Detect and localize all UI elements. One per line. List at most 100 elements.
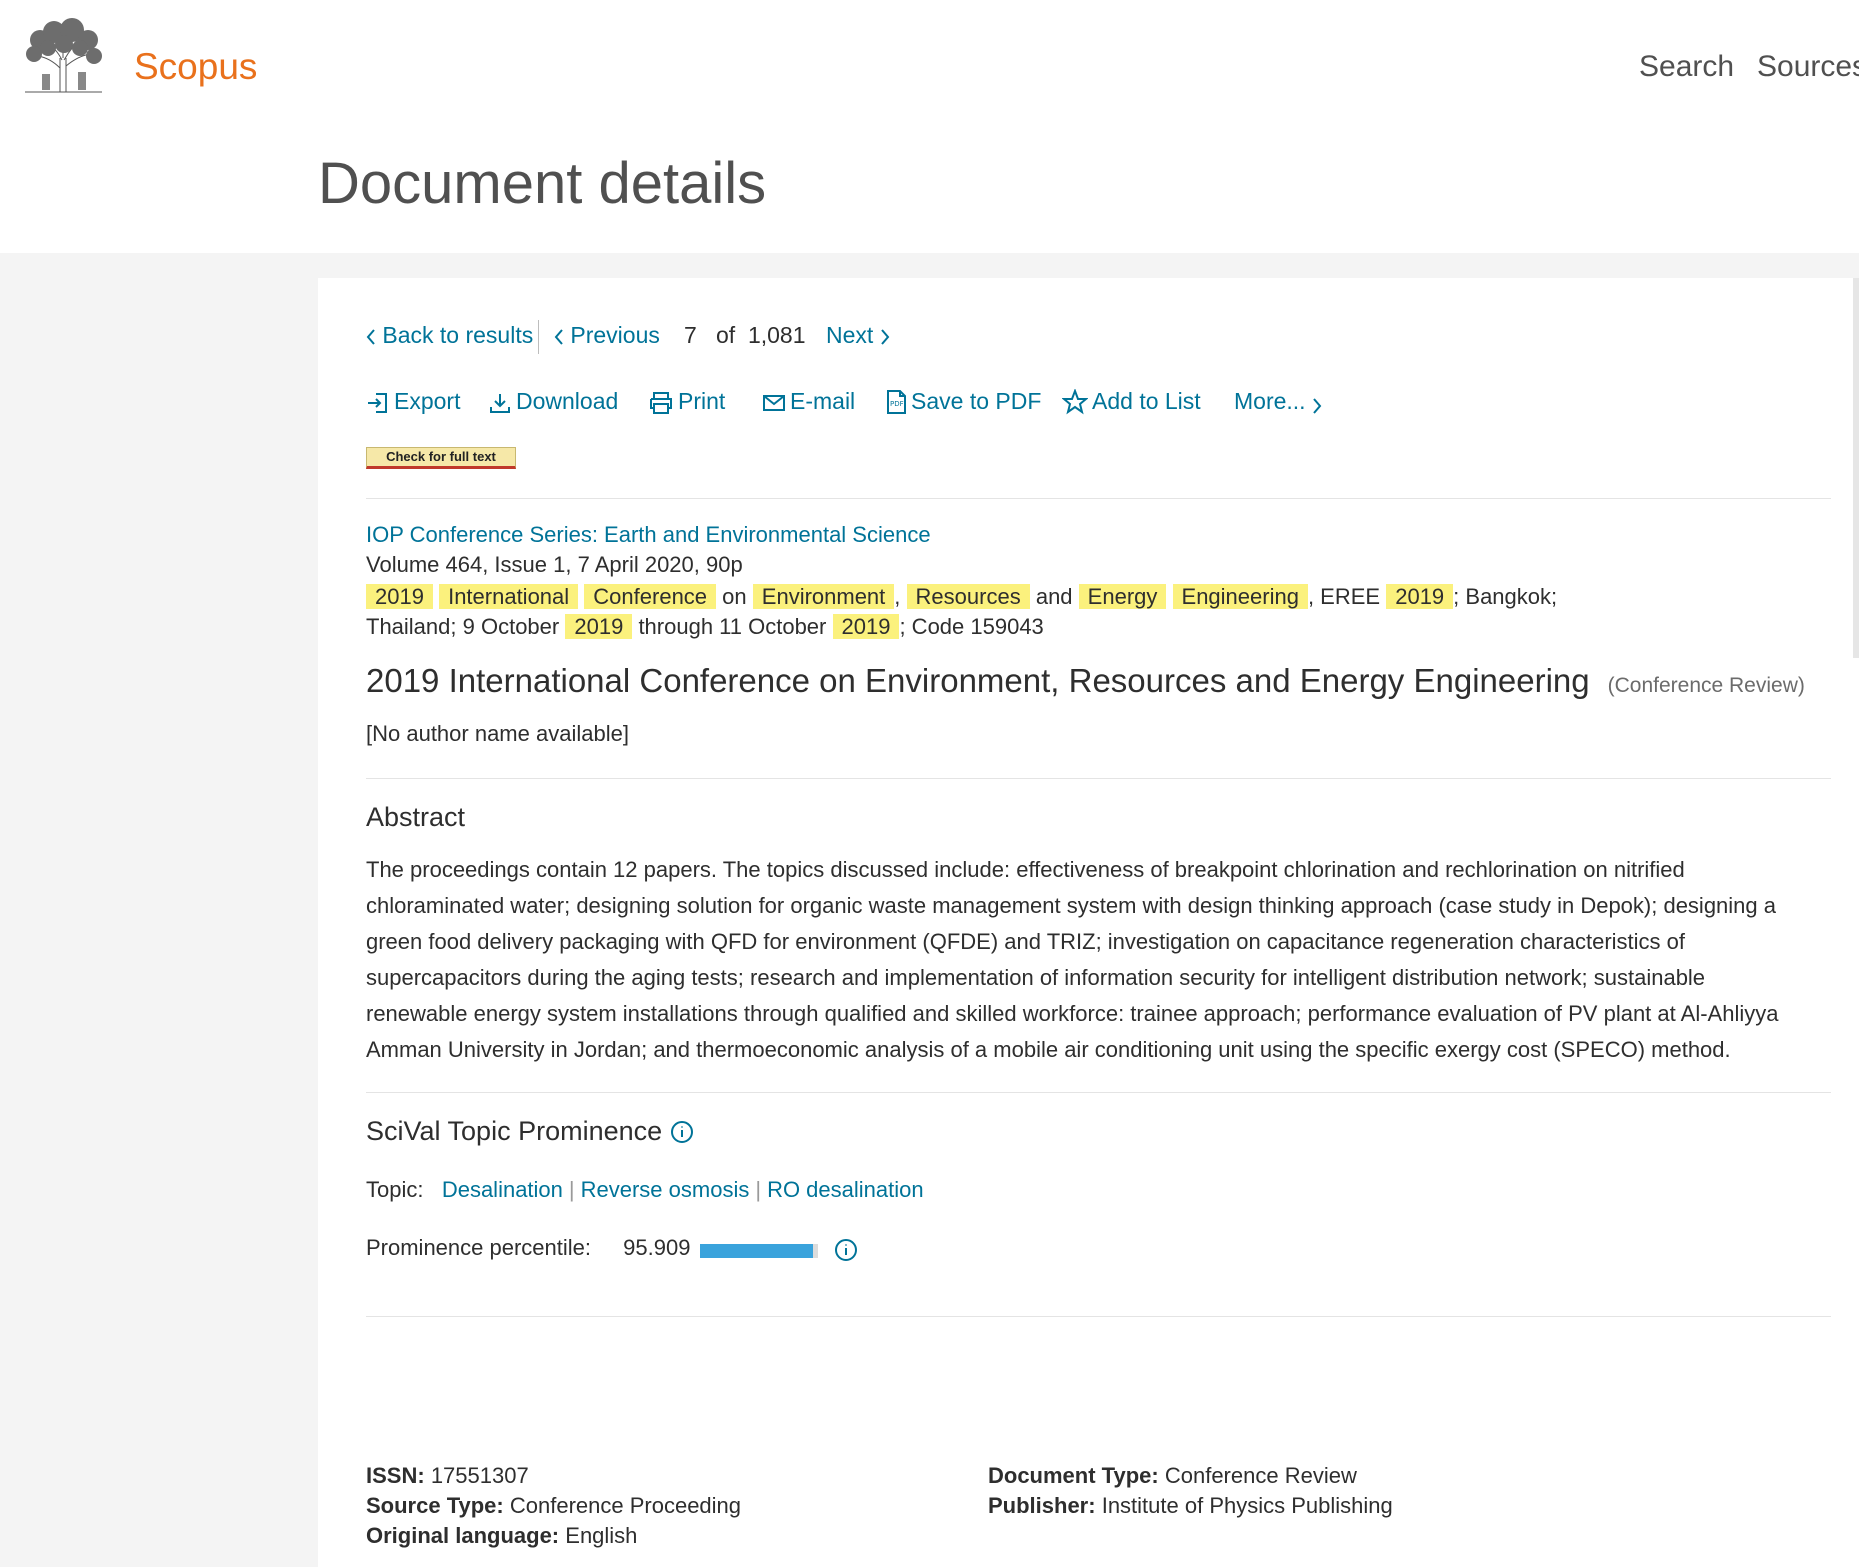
- document-title: 2019 International Conference on Environ…: [366, 662, 1805, 700]
- scopus-brand[interactable]: Scopus: [134, 46, 257, 88]
- conference-text: ,: [894, 584, 901, 609]
- conference-text: , EREE: [1307, 584, 1381, 609]
- next-label: Next: [826, 322, 874, 348]
- print-button[interactable]: Print: [648, 388, 725, 415]
- metadata-left: ISSN: 17551307 Source Type: Conference P…: [366, 1461, 741, 1551]
- highlighted-term: International: [439, 584, 579, 609]
- abstract-text: The proceedings contain 12 papers. The t…: [366, 857, 1779, 1062]
- of-label: of: [715, 322, 736, 348]
- page-title: Document details: [318, 151, 767, 216]
- nav-divider: [538, 320, 539, 354]
- save-pdf-label: Save to PDF: [911, 388, 1042, 414]
- issn-row: ISSN: 17551307: [366, 1461, 741, 1491]
- star-icon: [1061, 388, 1089, 415]
- document-type-label: (Conference Review): [1607, 674, 1805, 697]
- highlighted-term: 2019: [565, 614, 633, 639]
- divider: [366, 498, 1831, 499]
- topic-link-reverse-osmosis[interactable]: Reverse osmosis: [581, 1177, 750, 1202]
- prominence-label: Prominence percentile:: [366, 1235, 592, 1260]
- conference-text: ; Bangkok;: [1453, 584, 1558, 609]
- prominence-row: Prominence percentile: 95.909: [366, 1235, 690, 1261]
- language-label: Original language:: [366, 1523, 560, 1548]
- prominence-bar-fill: [700, 1244, 814, 1258]
- add-to-list-button[interactable]: Add to List: [1061, 388, 1201, 415]
- chevron-left-icon: [554, 329, 563, 345]
- document-type-value: Conference Review: [1164, 1463, 1357, 1488]
- document-title-text: 2019 International Conference on Environ…: [366, 662, 1590, 699]
- more-label: More...: [1234, 388, 1306, 414]
- save-to-pdf-button[interactable]: PDF Save to PDF: [885, 388, 1041, 415]
- issn-label: ISSN:: [366, 1463, 425, 1488]
- language-row: Original language: English: [366, 1521, 741, 1551]
- publisher-value: Institute of Physics Publishing: [1101, 1493, 1393, 1518]
- conference-info-line-2: Thailand; 9 October 2019 through 11 Octo…: [366, 612, 1044, 642]
- topic-link-desalination[interactable]: Desalination: [442, 1177, 563, 1202]
- pdf-icon: PDF: [887, 390, 906, 414]
- topic-link-ro-desalination[interactable]: RO desalination: [767, 1177, 924, 1202]
- source-type-row: Source Type: Conference Proceeding: [366, 1491, 741, 1521]
- export-button[interactable]: Export: [366, 388, 460, 415]
- download-icon: [490, 394, 510, 413]
- topic-label: Topic:: [366, 1177, 424, 1202]
- current-index: 7: [684, 322, 697, 348]
- highlighted-term: Conference: [584, 584, 717, 609]
- source-type-label: Source Type:: [366, 1493, 504, 1518]
- print-icon: [650, 392, 672, 414]
- scival-heading-text: SciVal Topic Prominence: [366, 1116, 663, 1146]
- email-icon: [763, 395, 785, 411]
- document-type-meta-label: Document Type:: [988, 1463, 1159, 1488]
- conference-text: ; Code 159043: [899, 614, 1044, 639]
- next-link[interactable]: Next: [826, 322, 890, 349]
- download-button[interactable]: Download: [488, 388, 618, 415]
- chevron-right-icon: [1313, 398, 1322, 414]
- previous-link[interactable]: Previous: [554, 322, 660, 349]
- export-icon: [368, 393, 387, 413]
- publisher-row: Publisher: Institute of Physics Publishi…: [988, 1491, 1393, 1521]
- more-button[interactable]: More...: [1234, 388, 1326, 415]
- add-list-label: Add to List: [1092, 388, 1201, 414]
- email-label: E-mail: [790, 388, 856, 414]
- conference-text: on: [722, 584, 747, 609]
- check-full-text-button[interactable]: Check for full text: [366, 447, 516, 469]
- metadata-right: Document Type: Conference Review Publish…: [988, 1461, 1393, 1521]
- abstract-heading: Abstract: [366, 802, 466, 832]
- conference-info-line-1: 2019 International Conference on Environ…: [366, 582, 1557, 612]
- prominence-value: 95.909: [623, 1235, 691, 1260]
- language-value: English: [565, 1523, 638, 1548]
- elsevier-tree-logo[interactable]: [20, 18, 106, 94]
- previous-label: Previous: [570, 322, 660, 348]
- highlighted-term: Resources: [906, 584, 1030, 609]
- info-icon[interactable]: [670, 1120, 694, 1144]
- conference-text: and: [1035, 584, 1073, 609]
- document-type-row: Document Type: Conference Review: [988, 1461, 1393, 1491]
- divider: [366, 1092, 1831, 1093]
- divider: [366, 778, 1831, 779]
- conference-text: Thailand; 9 October: [366, 614, 560, 639]
- nav-sources-link[interactable]: Sources: [1757, 50, 1859, 84]
- chevron-left-icon: [366, 329, 375, 345]
- publisher-label: Publisher:: [988, 1493, 1096, 1518]
- conference-text: through 11 October: [638, 614, 827, 639]
- scival-heading: SciVal Topic Prominence: [366, 1116, 694, 1147]
- download-label: Download: [516, 388, 619, 414]
- print-label: Print: [678, 388, 726, 414]
- highlighted-term: 2019: [366, 584, 433, 609]
- highlighted-term: 2019: [832, 614, 900, 639]
- source-title-link[interactable]: IOP Conference Series: Earth and Environ…: [366, 522, 931, 548]
- topic-row: Topic: Desalination | Reverse osmosis | RO d…: [366, 1177, 924, 1203]
- email-button[interactable]: E-mail: [762, 388, 855, 415]
- info-icon[interactable]: [834, 1238, 858, 1262]
- nav-search-link[interactable]: Search: [1639, 50, 1734, 84]
- highlighted-term: Engineering: [1172, 584, 1308, 609]
- topic-separator: |: [755, 1177, 762, 1202]
- result-position: 7 of 1,081: [684, 322, 806, 349]
- chevron-right-icon: [880, 329, 890, 345]
- prominence-bar: [700, 1244, 818, 1258]
- highlighted-term: Environment: [752, 584, 895, 609]
- divider: [366, 1316, 1831, 1317]
- highlighted-term: Energy: [1078, 584, 1167, 609]
- back-label: Back to results: [382, 322, 534, 348]
- back-to-results-link[interactable]: Back to results: [366, 322, 533, 349]
- authors: [No author name available]: [366, 721, 629, 746]
- scrollbar[interactable]: [1853, 278, 1859, 658]
